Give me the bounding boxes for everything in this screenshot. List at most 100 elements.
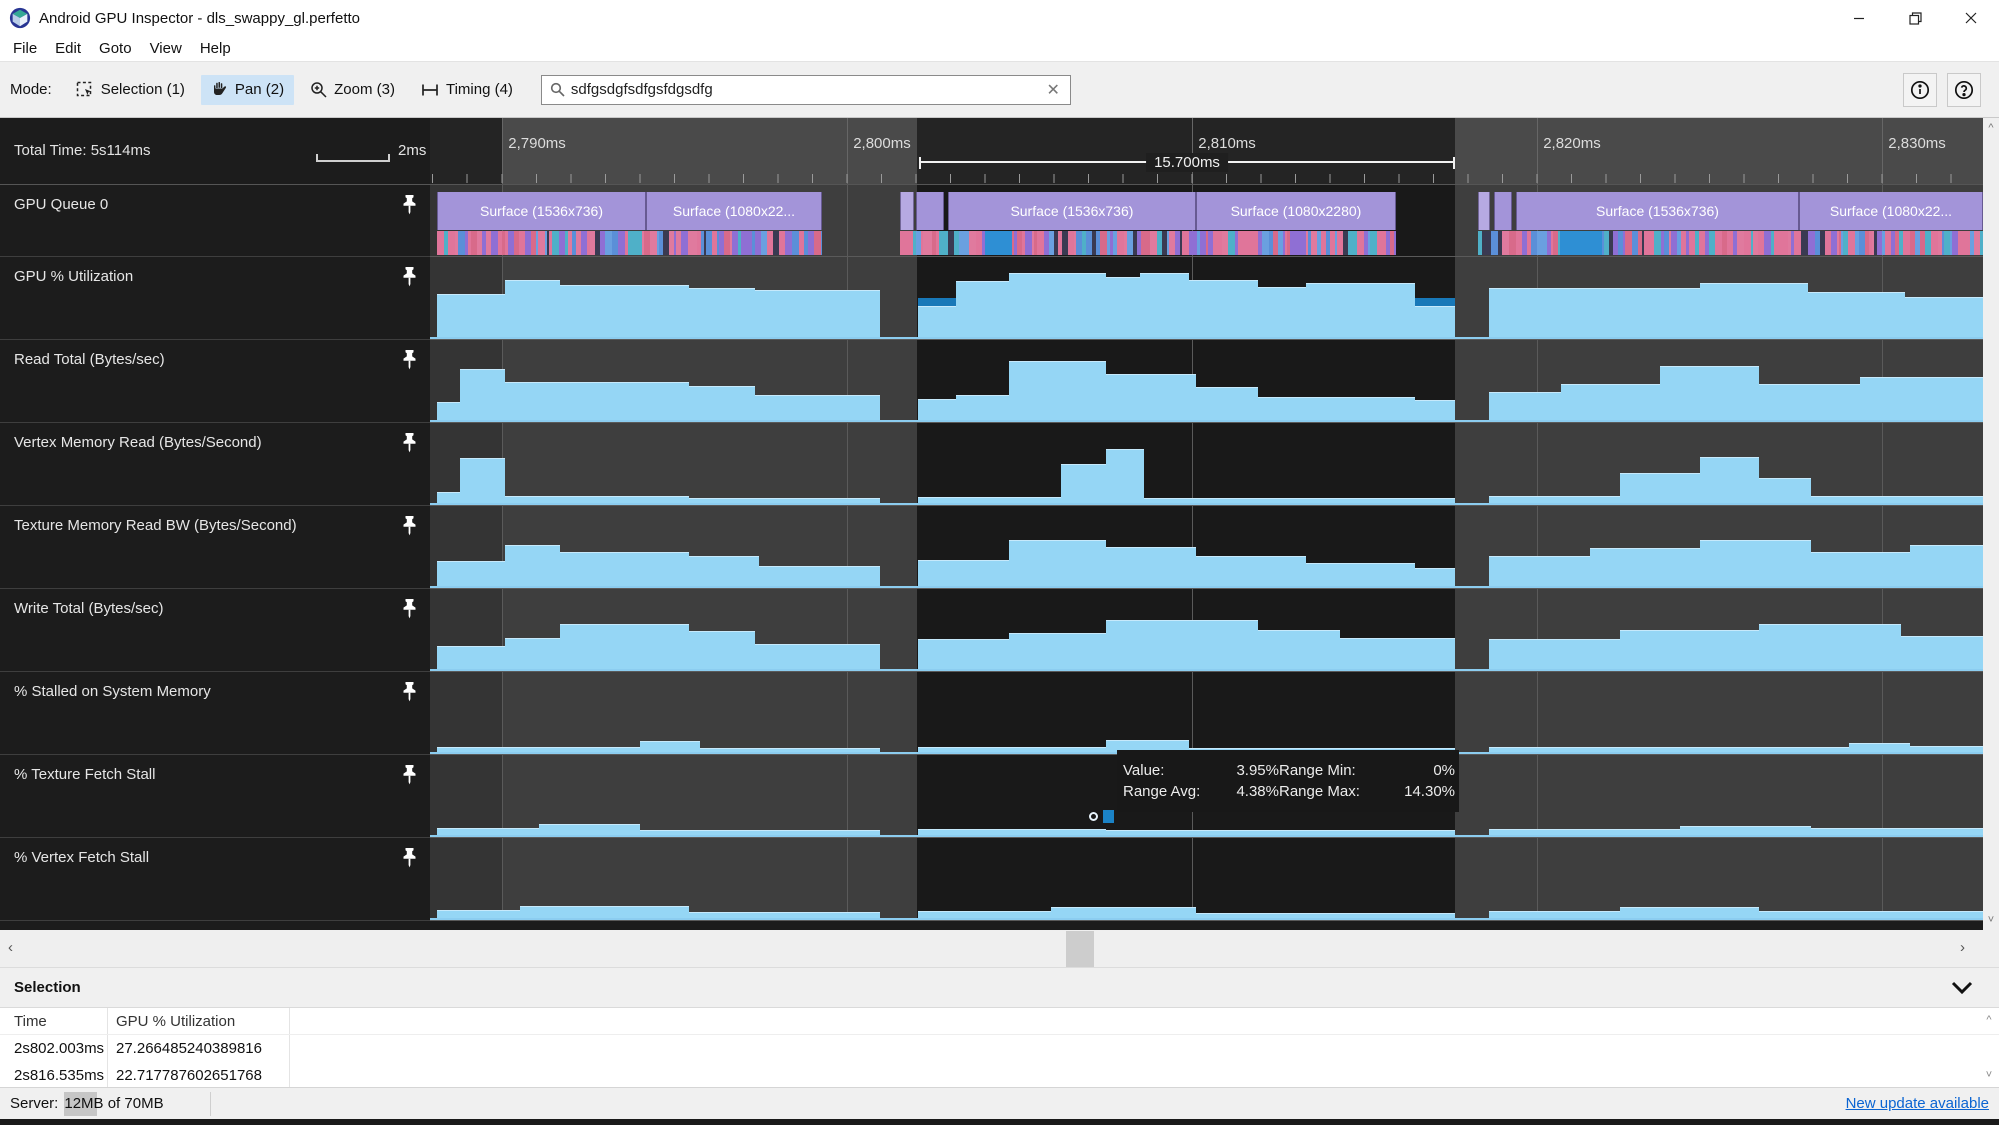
hover-marker-dot (1089, 812, 1098, 821)
chart-bar (1619, 906, 1760, 918)
hover-marker-thumb (1103, 810, 1114, 823)
surface-span-label: Surface (1536x736) (480, 203, 603, 219)
pin-icon[interactable] (401, 515, 418, 536)
menu-item-file[interactable]: File (4, 38, 46, 59)
surface-span[interactable]: Surface (1536x736) (436, 192, 647, 230)
surface-span[interactable]: Surface (1080x2280) (1195, 192, 1396, 230)
gridline (846, 185, 848, 256)
column-header[interactable]: GPU % Utilization (108, 1008, 290, 1034)
minimize-button[interactable] (1831, 0, 1887, 36)
surface-span[interactable]: Surface (1536x736) (947, 192, 1196, 230)
collapse-chevron-icon[interactable] (1951, 981, 1973, 995)
pin-icon[interactable] (401, 266, 418, 287)
mode-button-selection[interactable]: Selection (1) (66, 75, 195, 105)
surface-span[interactable] (915, 192, 944, 230)
table-row[interactable]: 2s802.003ms 27.266485240389816 (0, 1035, 1999, 1062)
scroll-down-icon[interactable]: ˅ (1988, 914, 1994, 926)
chart-bar (504, 279, 561, 337)
vertical-scrollbar[interactable]: ^ ˅ (1983, 118, 1999, 930)
table-row[interactable]: 2s816.535ms 22.717787602651768 (0, 1062, 1999, 1087)
search-box[interactable]: ✕ (540, 74, 1071, 105)
pin-icon[interactable] (401, 432, 418, 453)
close-button[interactable] (1943, 0, 1999, 36)
pin-icon[interactable] (401, 847, 418, 868)
value-cell: 22.717787602651768 (108, 1062, 290, 1087)
pin-icon[interactable] (401, 764, 418, 785)
surface-span[interactable] (899, 192, 914, 230)
pin-icon[interactable] (401, 194, 418, 215)
total-time-label: Total Time: 5s114ms (14, 142, 151, 159)
column-header[interactable]: Time (0, 1008, 108, 1034)
track-chart-vertex-memory-read[interactable] (430, 423, 1983, 506)
track-chart-gpu-queue-0[interactable]: Surface (1536x736) Surface (1080x22... Sur… (430, 185, 1983, 257)
time-ruler[interactable]: 2,790ms 2,800ms 2,810ms 2,820ms 2,830ms 15.70… (430, 118, 1983, 185)
chart-bar (1489, 287, 1701, 337)
scroll-down-icon[interactable]: ˅ (1986, 1069, 1992, 1081)
horizontal-scrollbar[interactable]: ‹ › (0, 930, 1999, 968)
track-name: % Texture Fetch Stall (14, 766, 156, 783)
surface-span[interactable] (1477, 192, 1490, 230)
chart-bar (754, 290, 881, 337)
scroll-right-icon[interactable]: › (1960, 939, 1965, 956)
track-label-cell: % Texture Fetch Stall (0, 755, 430, 838)
surface-span[interactable] (1493, 192, 1512, 230)
track-chart-texture-memory-read-bw[interactable] (430, 506, 1983, 589)
table-scrollbar[interactable]: ^ ˅ (1981, 1008, 1997, 1087)
selection-panel-header[interactable]: Selection (0, 968, 1999, 1008)
pin-icon[interactable] (401, 681, 418, 702)
selection-panel-title: Selection (14, 979, 81, 996)
chart-bar (689, 631, 755, 669)
chart-bar (1195, 556, 1306, 586)
surface-span[interactable]: Surface (1080x22... (646, 192, 822, 230)
mode-button-label: Selection (1) (100, 81, 185, 98)
gpu-slice-block[interactable] (1559, 231, 1602, 255)
chart-bar (1807, 291, 1906, 337)
mode-button-timing[interactable]: Timing (4) (411, 75, 523, 104)
surface-span[interactable]: Surface (1080x22... (1798, 192, 1983, 230)
menu-item-help[interactable]: Help (191, 38, 240, 59)
chart-baseline (430, 337, 1983, 339)
chart-bar (1051, 907, 1196, 918)
chart-bar (689, 287, 755, 337)
chart-bar (1189, 279, 1258, 337)
info-button[interactable] (1903, 72, 1937, 107)
time-cell: 2s802.003ms (0, 1035, 108, 1062)
track-chart-read-total[interactable] (430, 340, 1983, 423)
scroll-left-icon[interactable]: ‹ (8, 939, 13, 956)
chart-bar (1680, 825, 1811, 835)
gpu-slice-block[interactable] (985, 231, 1013, 255)
menu-item-goto[interactable]: Goto (90, 38, 141, 59)
horizontal-scroll-thumb[interactable] (1066, 931, 1094, 967)
scroll-up-icon[interactable]: ^ (1986, 1014, 1991, 1026)
menu-item-view[interactable]: View (141, 38, 191, 59)
track-chart-write-total[interactable] (430, 589, 1983, 672)
track-label-cell: GPU % Utilization (0, 257, 430, 340)
chart-bar (1009, 540, 1106, 586)
pin-icon[interactable] (401, 349, 418, 370)
pin-icon[interactable] (401, 598, 418, 619)
help-button[interactable] (1947, 72, 1981, 107)
chart-bar (436, 401, 460, 420)
edge-dark-band (430, 672, 503, 754)
surface-span-label: Surface (1536x736) (1595, 203, 1719, 219)
surface-span[interactable]: Surface (1536x736) (1516, 192, 1799, 230)
chart-baseline (430, 503, 1983, 505)
track-chart-gpu-utilization[interactable] (430, 257, 1983, 340)
gridline (1536, 672, 1538, 754)
scroll-up-icon[interactable]: ^ (1988, 122, 1993, 134)
mode-button-zoom[interactable]: Zoom (3) (300, 75, 405, 104)
track-label-cell: Read Total (Bytes/sec) (0, 340, 430, 423)
mode-button-pan[interactable]: Pan (2) (200, 74, 295, 105)
chart-bar (1910, 545, 1983, 586)
tooltip-label: Range Max: (1279, 783, 1360, 800)
track-chart-stalled-system-memory[interactable] (430, 672, 1983, 755)
titlebar[interactable]: Android GPU Inspector - dls_swappy_gl.pe… (0, 0, 1999, 36)
menu-item-edit[interactable]: Edit (46, 38, 90, 59)
restore-button[interactable] (1887, 0, 1943, 36)
search-input[interactable] (570, 81, 1045, 98)
gpu-slice-block[interactable] (628, 231, 642, 255)
chart-bar (1489, 392, 1561, 420)
update-available-link[interactable]: New update available (1846, 1095, 1989, 1112)
search-clear-icon[interactable]: ✕ (1045, 80, 1062, 100)
track-chart-vertex-fetch-stall[interactable] (430, 838, 1983, 921)
